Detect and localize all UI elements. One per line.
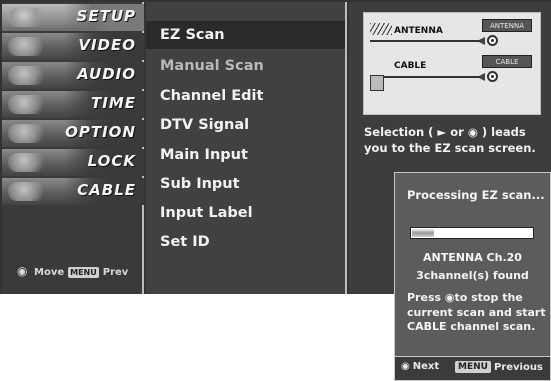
category-cable[interactable]: CABLE: [2, 178, 144, 205]
cable-port-tag: CABLE: [482, 55, 532, 68]
category-option[interactable]: OPTION: [2, 120, 144, 147]
cable-label: CABLE: [394, 61, 427, 71]
category-label: CABLE: [77, 181, 136, 199]
category-lock[interactable]: LOCK: [2, 149, 144, 176]
menu-item-set-id[interactable]: Set ID: [146, 228, 345, 256]
menu-key-icon: MENU: [455, 361, 491, 373]
previous-button[interactable]: MENU Previous: [455, 361, 543, 373]
previous-label: Previous: [493, 361, 543, 373]
category-label: SETUP: [76, 7, 136, 25]
press-prefix: Press: [407, 291, 445, 304]
menu-key-icon: MENU: [68, 266, 99, 278]
next-label: Next: [412, 361, 440, 372]
ok-circle-icon: ◉: [401, 361, 410, 372]
category-sidebar: SETUP VIDEO AUDIO TIME OPTION LOCK CABLE: [2, 2, 144, 294]
move-hint-label: Move: [34, 266, 65, 278]
menu-item-input-label[interactable]: Input Label: [146, 199, 345, 227]
channels-found-text: 3channel(s) found: [416, 269, 529, 282]
category-setup[interactable]: SETUP: [2, 4, 144, 31]
stop-instruction: Press ◉to stop the current scan and star…: [407, 291, 547, 335]
cable-outlet-icon: [370, 75, 384, 91]
menu-item-dtv-signal[interactable]: DTV Signal: [146, 111, 345, 139]
move-icon: [16, 264, 30, 279]
cable-wire: [384, 76, 480, 78]
ez-scan-description: Selection ( ► or ◉ ) leads you to the EZ…: [364, 125, 536, 155]
category-video[interactable]: VIDEO: [2, 33, 144, 60]
menu-item-main-input[interactable]: Main Input: [146, 141, 345, 169]
cable-connector-icon: [477, 71, 505, 82]
category-label: VIDEO: [78, 36, 136, 54]
menu-item-channel-edit[interactable]: Channel Edit: [146, 82, 345, 110]
menu-item-sub-input[interactable]: Sub Input: [146, 170, 345, 198]
antenna-label: ANTENNA: [394, 26, 443, 36]
nav-hint: Move MENU Prev: [16, 264, 129, 279]
setup-submenu: EZ Scan Manual Scan Channel Edit DTV Sig…: [146, 2, 347, 294]
category-label: AUDIO: [77, 65, 136, 83]
scan-progress-bar: [410, 227, 534, 239]
category-time[interactable]: TIME: [2, 91, 144, 118]
category-label: TIME: [91, 94, 136, 112]
next-button[interactable]: ◉ Next: [401, 361, 439, 372]
antenna-wire: [370, 40, 480, 42]
connection-diagram: ANTENNA ANTENNA CABLE CABLE: [363, 12, 541, 115]
ez-scan-progress-dialog: Processing EZ scan... ANTENNA Ch.20 3cha…: [394, 172, 551, 381]
antenna-icon: [370, 23, 392, 35]
scan-progress-fill: [412, 229, 434, 237]
dialog-title: Processing EZ scan...: [407, 188, 545, 202]
category-label: LOCK: [87, 152, 136, 170]
antenna-connector-icon: [477, 35, 505, 46]
category-audio[interactable]: AUDIO: [2, 62, 144, 89]
menu-item-manual-scan[interactable]: Manual Scan: [146, 52, 345, 80]
prev-hint-label: Prev: [102, 266, 129, 278]
dialog-footer: ◉ Next MENU Previous: [395, 356, 550, 380]
menu-item-ez-scan[interactable]: EZ Scan: [146, 21, 345, 49]
category-label: OPTION: [65, 123, 136, 141]
current-channel-text: ANTENNA Ch.20: [423, 251, 522, 264]
antenna-port-tag: ANTENNA: [482, 19, 532, 32]
